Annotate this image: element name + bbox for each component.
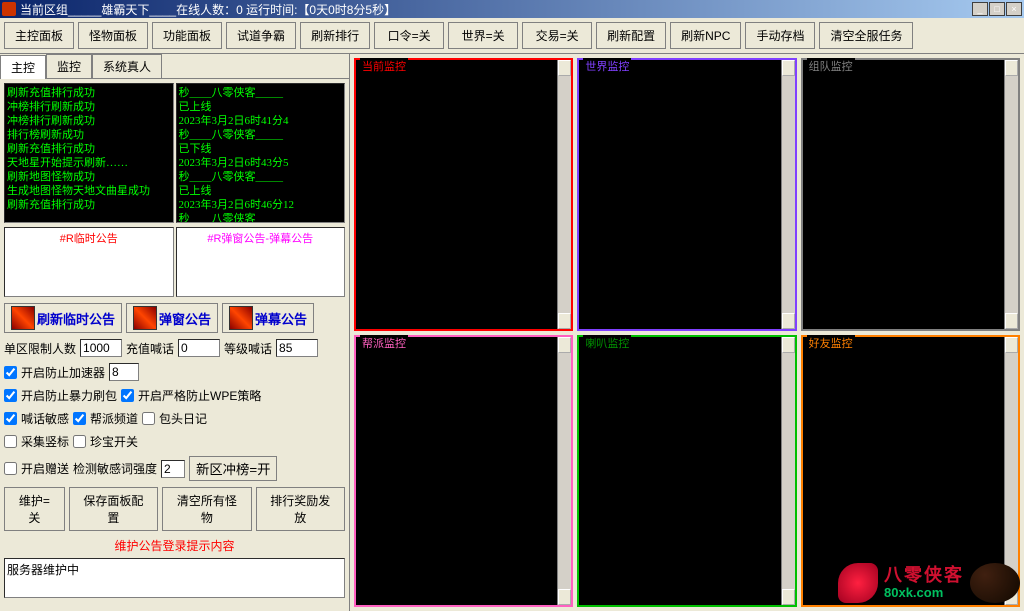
toolbar-btn-2[interactable]: 功能面板 xyxy=(152,22,222,49)
toolbar-btn-4[interactable]: 刷新排行 xyxy=(300,22,370,49)
titlebar: 当前区组_____雄霸天下____在线人数：0 运行时间:【0天0时8分5秒】 … xyxy=(0,0,1024,18)
tab-content: 刷新充值排行成功 冲榜排行刷新成功 冲榜排行刷新成功 排行榜刷新成功 刷新充值排… xyxy=(0,79,349,611)
toolbar-btn-11[interactable]: 清空全服任务 xyxy=(819,22,913,49)
save-panel-button[interactable]: 保存面板配置 xyxy=(69,487,158,531)
toolbar-btn-6[interactable]: 世界=关 xyxy=(448,22,518,49)
window-controls: _ □ × xyxy=(972,2,1022,16)
shout-sensitive-checkbox[interactable]: 喊话敏感 xyxy=(4,410,69,427)
minimize-button[interactable]: _ xyxy=(972,2,988,16)
anti-speed-checkbox[interactable]: 开启防止加速器 xyxy=(4,364,105,381)
toolbar-btn-5[interactable]: 口令=关 xyxy=(374,22,444,49)
left-panel: 主控 监控 系统真人 刷新充值排行成功 冲榜排行刷新成功 冲榜排行刷新成功 排行… xyxy=(0,54,350,611)
flame-icon xyxy=(11,306,35,330)
limit-label: 单区限制人数 xyxy=(4,340,76,357)
scrollbar[interactable] xyxy=(557,60,571,329)
gang-channel-checkbox[interactable]: 帮派频道 xyxy=(73,410,138,427)
danmu-announce-button[interactable]: 弹幕公告 xyxy=(222,303,314,333)
refresh-temp-announce-button[interactable]: 刷新临时公告 xyxy=(4,303,122,333)
sensitivity-input[interactable] xyxy=(161,460,185,478)
monitor-current: 当前监控 xyxy=(354,58,573,331)
scrollbar[interactable] xyxy=(1004,60,1018,329)
log-right[interactable]: 秒____八零侠客_____ 已上线 2023年3月2日6时41分4 秒____… xyxy=(176,83,346,223)
level-input[interactable] xyxy=(276,339,318,357)
tab-monitor[interactable]: 监控 xyxy=(46,54,92,78)
maint-button[interactable]: 维护=关 xyxy=(4,487,65,531)
toolbar-btn-3[interactable]: 试道争霸 xyxy=(226,22,296,49)
maximize-button[interactable]: □ xyxy=(989,2,1005,16)
treasure-switch-checkbox[interactable]: 珍宝开关 xyxy=(73,433,138,450)
anti-speed-input[interactable] xyxy=(109,363,139,381)
strict-wpe-checkbox[interactable]: 开启严格防止WPE策略 xyxy=(121,387,261,404)
monitor-gang: 帮派监控 xyxy=(354,335,573,608)
toolbar-btn-1[interactable]: 怪物面板 xyxy=(78,22,148,49)
rank-reward-button[interactable]: 排行奖励发放 xyxy=(256,487,345,531)
limit-input[interactable] xyxy=(80,339,122,357)
right-panel: 当前监控 世界监控 组队监控 帮派监控 喇叭监控 好友监控 xyxy=(350,54,1024,611)
flame-icon xyxy=(229,306,253,330)
main-toolbar: 主控面板 怪物面板 功能面板 试道争霸 刷新排行 口令=关 世界=关 交易=关 … xyxy=(0,18,1024,54)
toolbar-btn-8[interactable]: 刷新配置 xyxy=(596,22,666,49)
toolbar-btn-10[interactable]: 手动存档 xyxy=(745,22,815,49)
gift-switch-checkbox[interactable]: 开启赠送 xyxy=(4,460,69,477)
log-left[interactable]: 刷新充值排行成功 冲榜排行刷新成功 冲榜排行刷新成功 排行榜刷新成功 刷新充值排… xyxy=(4,83,174,223)
toolbar-btn-9[interactable]: 刷新NPC xyxy=(670,22,741,49)
clear-mobs-button[interactable]: 清空所有怪物 xyxy=(162,487,251,531)
newzone-rank-button[interactable]: 新区冲榜=开 xyxy=(189,456,277,481)
monitor-friend: 好友监控 xyxy=(801,335,1020,608)
scrollbar[interactable] xyxy=(781,337,795,606)
scrollbar[interactable] xyxy=(781,60,795,329)
tab-system[interactable]: 系统真人 xyxy=(92,54,162,78)
monitor-team: 组队监控 xyxy=(801,58,1020,331)
flame-icon xyxy=(133,306,157,330)
scrollbar[interactable] xyxy=(1004,337,1018,606)
toolbar-btn-0[interactable]: 主控面板 xyxy=(4,22,74,49)
baotou-diary-checkbox[interactable]: 包头日记 xyxy=(142,410,207,427)
sensitivity-label: 检测敏感词强度 xyxy=(73,460,157,477)
scrollbar[interactable] xyxy=(557,337,571,606)
temp-announce-box[interactable]: #R临时公告 xyxy=(4,227,174,297)
maint-textarea[interactable] xyxy=(4,558,345,598)
recharge-label: 充值喊话 xyxy=(126,340,174,357)
popup-announce-box[interactable]: #R弹窗公告-弹幕公告 xyxy=(176,227,346,297)
recharge-input[interactable] xyxy=(178,339,220,357)
titlebar-text: 当前区组_____雄霸天下____在线人数：0 运行时间:【0天0时8分5秒】 xyxy=(20,1,396,18)
app-icon xyxy=(2,2,16,16)
left-tabs: 主控 监控 系统真人 xyxy=(0,54,349,79)
monitor-speaker: 喇叭监控 xyxy=(577,335,796,608)
maint-notice-label: 维护公告登录提示内容 xyxy=(4,537,345,554)
monitor-world: 世界监控 xyxy=(577,58,796,331)
tab-main[interactable]: 主控 xyxy=(0,55,46,79)
popup-announce-button[interactable]: 弹窗公告 xyxy=(126,303,218,333)
collect-flag-checkbox[interactable]: 采集竖标 xyxy=(4,433,69,450)
toolbar-btn-7[interactable]: 交易=关 xyxy=(522,22,592,49)
close-button[interactable]: × xyxy=(1006,2,1022,16)
anti-violent-checkbox[interactable]: 开启防止暴力刷包 xyxy=(4,387,117,404)
level-label: 等级喊话 xyxy=(224,340,272,357)
